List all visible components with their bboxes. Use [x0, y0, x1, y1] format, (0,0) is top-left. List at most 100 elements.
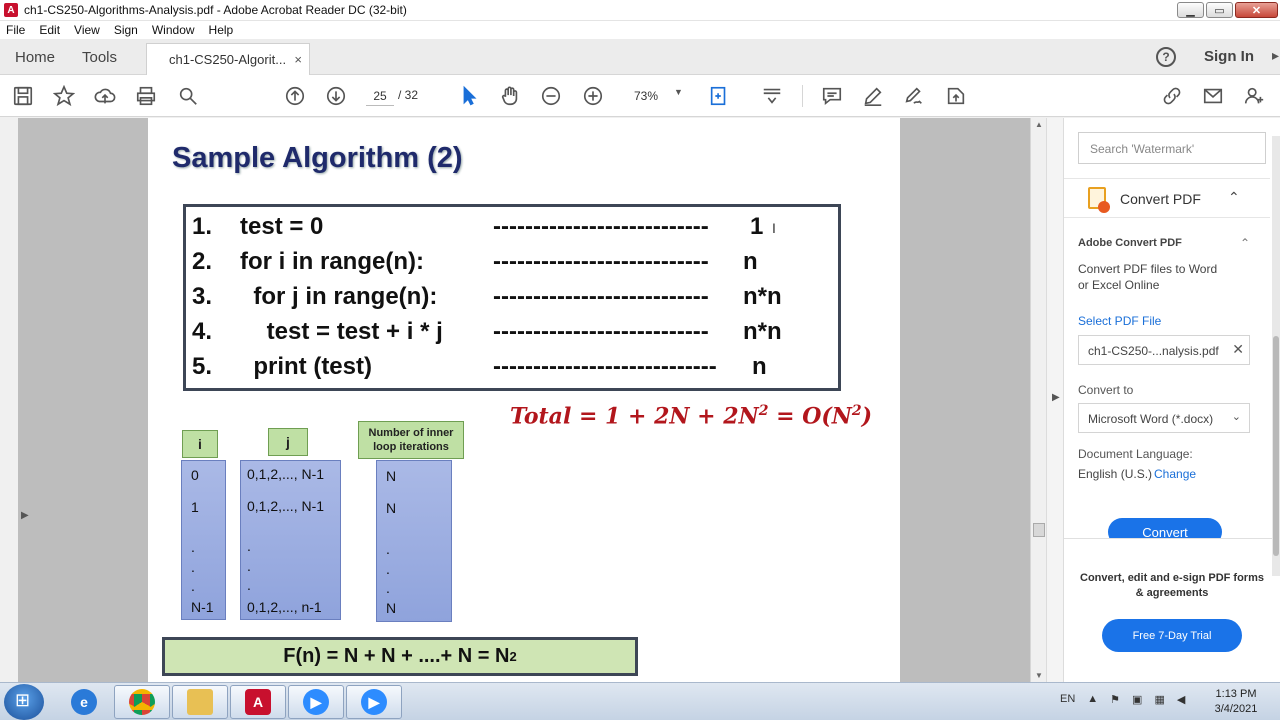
column-iterations-value: .: [386, 580, 390, 596]
menu-view[interactable]: View: [74, 23, 100, 37]
tab-home[interactable]: Home: [15, 49, 55, 66]
help-icon[interactable]: ?: [1156, 47, 1176, 67]
current-page-input[interactable]: 25: [366, 86, 394, 106]
chevron-up-icon[interactable]: ⌃: [1240, 236, 1250, 250]
clock[interactable]: 1:13 PM 3/4/2021: [1210, 687, 1262, 717]
column-j-body: 0,1,2,..., N-1 0,1,2,..., N-1 . . . 0,1,…: [240, 460, 341, 620]
select-cursor-icon[interactable]: [457, 84, 481, 108]
upload-cloud-icon[interactable]: [93, 84, 117, 108]
hand-icon[interactable]: [498, 84, 522, 108]
menu-window[interactable]: Window: [152, 23, 195, 37]
taskbar-file-explorer[interactable]: [172, 685, 228, 719]
next-page-icon[interactable]: [324, 84, 348, 108]
print-icon[interactable]: [134, 84, 158, 108]
code-text: test = 0: [240, 213, 324, 240]
code-dashes: ---------------------------: [493, 283, 709, 310]
taskbar-acrobat[interactable]: A: [230, 685, 286, 719]
document-viewer[interactable]: ▶ Sample Algorithm (2) 1. test = 0 -----…: [18, 118, 1030, 682]
start-button[interactable]: [4, 684, 44, 720]
prev-page-icon[interactable]: [283, 84, 307, 108]
tab-document[interactable]: ch1-CS250-Algorit... ×: [146, 43, 310, 75]
volume-icon[interactable]: ◀: [1177, 693, 1185, 706]
code-listing: 1. test = 0 --------------------------- …: [183, 204, 841, 391]
show-hidden-icons-icon[interactable]: ▲: [1087, 693, 1098, 706]
comment-icon[interactable]: [820, 84, 844, 108]
right-pane-toggle[interactable]: ▶: [1046, 118, 1064, 682]
menu-sign[interactable]: Sign: [114, 23, 138, 37]
column-j-value: .: [247, 558, 251, 574]
text-cursor-icon: I: [772, 220, 776, 236]
column-iterations-value: N: [386, 500, 397, 516]
toolbar: 25 / 32 73% ▼: [0, 75, 1280, 117]
minimize-button[interactable]: ▁: [1177, 2, 1204, 18]
code-dashes: ---------------------------: [493, 318, 709, 345]
more-tools-icon[interactable]: [944, 84, 968, 108]
selected-file-field[interactable]: ch1-CS250-...nalysis.pdf ✕: [1078, 335, 1250, 365]
system-tray: EN ▲ ⚑ ▣ ▦ ◀: [1060, 693, 1185, 706]
panel-scrollbar-thumb[interactable]: [1273, 336, 1279, 556]
scroll-mode-icon[interactable]: [760, 84, 784, 108]
remove-file-icon[interactable]: ✕: [1232, 341, 1244, 358]
code-text: for i in range(n):: [240, 248, 424, 275]
column-j-value: 0,1,2,..., n-1: [247, 599, 322, 615]
acrobat-icon: A: [245, 689, 271, 715]
taskbar-internet-explorer[interactable]: e: [56, 685, 112, 719]
collapse-left-pane-icon[interactable]: ▶: [21, 510, 29, 521]
zoom-dropdown-icon[interactable]: ▼: [674, 87, 683, 97]
sign-in-button[interactable]: Sign In: [1204, 48, 1254, 65]
document-scrollbar[interactable]: ▲ ▼: [1030, 118, 1046, 682]
convert-pdf-icon: [1088, 187, 1110, 213]
line-cost: n: [752, 353, 767, 380]
chevron-up-icon[interactable]: ⌃: [1228, 189, 1240, 206]
scroll-right-icon[interactable]: ▸: [1272, 47, 1279, 64]
scroll-down-icon[interactable]: ▼: [1035, 671, 1043, 680]
bookmark-star-icon[interactable]: [52, 84, 76, 108]
email-icon[interactable]: [1201, 84, 1225, 108]
zoom-in-icon[interactable]: [581, 84, 605, 108]
change-language-link[interactable]: Change: [1154, 467, 1196, 481]
code-dashes: ----------------------------: [493, 353, 717, 380]
taskbar-chrome[interactable]: [114, 685, 170, 719]
taskbar-zoom-1[interactable]: ▶: [288, 685, 344, 719]
add-user-icon[interactable]: [1242, 84, 1266, 108]
column-i-body: 0 1 . . . N-1: [181, 460, 226, 620]
tab-close-icon[interactable]: ×: [294, 52, 302, 67]
search-icon[interactable]: [176, 84, 200, 108]
language-indicator[interactable]: EN: [1060, 693, 1075, 706]
panel-scrollbar[interactable]: [1272, 136, 1280, 576]
menu-edit[interactable]: Edit: [39, 23, 60, 37]
network-icon[interactable]: ▦: [1154, 693, 1164, 706]
adobe-convert-description: Convert PDF files to Word or Excel Onlin…: [1078, 262, 1218, 292]
fill-sign-icon[interactable]: [902, 84, 926, 108]
tab-tools[interactable]: Tools: [82, 49, 117, 66]
select-pdf-file-link[interactable]: Select PDF File: [1078, 314, 1161, 328]
zoom-app-icon: ▶: [361, 689, 387, 715]
fit-page-icon[interactable]: [707, 84, 731, 108]
column-iterations-header: Number of inner loop iterations: [358, 421, 464, 459]
acrobat-app-icon: A: [4, 3, 18, 17]
scroll-up-icon[interactable]: ▲: [1035, 120, 1043, 129]
taskbar: e A ▶ ▶ EN ▲ ⚑ ▣ ▦ ◀ 1:13 PM 3/4/2021: [0, 682, 1280, 720]
tools-search-input[interactable]: Search 'Watermark': [1078, 132, 1266, 164]
scrollbar-thumb[interactable]: [1033, 523, 1045, 537]
menu-file[interactable]: File: [6, 23, 25, 37]
convert-to-label: Convert to: [1078, 383, 1134, 397]
line-number: 3.: [192, 283, 213, 310]
format-select[interactable]: Microsoft Word (*.docx) ⌄: [1078, 403, 1250, 433]
column-iterations-value: N: [386, 468, 397, 484]
device-icon[interactable]: ▣: [1132, 693, 1142, 706]
taskbar-zoom-2[interactable]: ▶: [346, 685, 402, 719]
flag-icon[interactable]: ⚑: [1110, 693, 1120, 706]
selected-file-name: ch1-CS250-...nalysis.pdf: [1088, 344, 1219, 358]
adobe-convert-title: Adobe Convert PDF: [1078, 237, 1182, 249]
save-icon[interactable]: [11, 84, 35, 108]
collapse-right-pane-icon[interactable]: ▶: [1052, 392, 1060, 403]
maximize-button[interactable]: ▭: [1206, 2, 1233, 18]
close-button[interactable]: ✕: [1235, 2, 1278, 18]
menu-help[interactable]: Help: [209, 23, 234, 37]
link-icon[interactable]: [1160, 84, 1184, 108]
zoom-out-icon[interactable]: [539, 84, 563, 108]
free-trial-button[interactable]: Free 7-Day Trial: [1102, 619, 1242, 652]
convert-pdf-header[interactable]: Convert PDF ⌃: [1064, 178, 1270, 218]
highlight-pen-icon[interactable]: [861, 84, 885, 108]
